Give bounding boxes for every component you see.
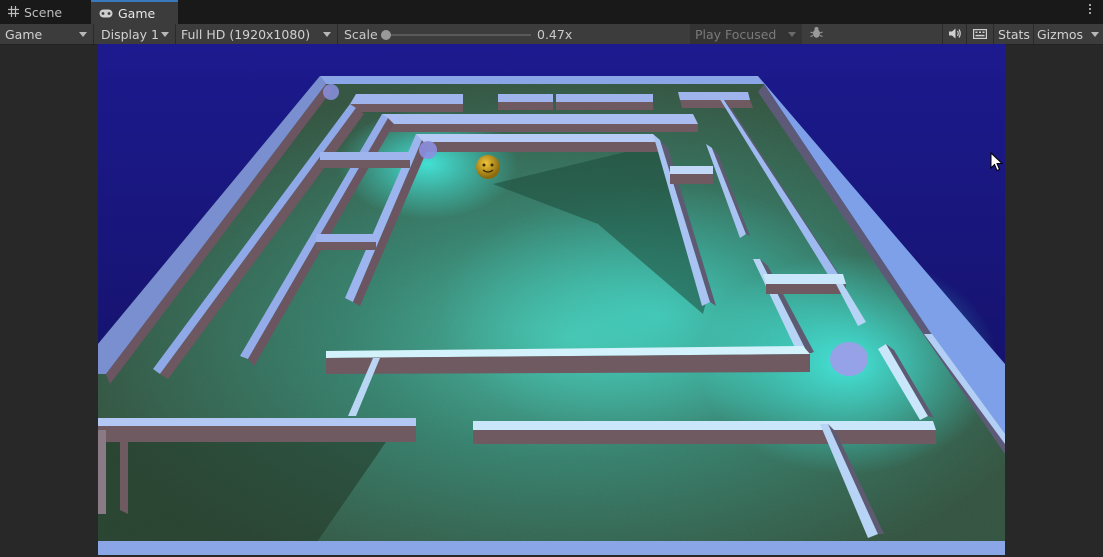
chevron-down-icon	[161, 32, 169, 37]
display-label: Display 1	[101, 26, 160, 42]
gamepad-icon	[99, 6, 113, 21]
bug-icon	[809, 26, 823, 42]
play-mode-label: Play Focused	[695, 26, 777, 42]
tab-scene-label: Scene	[24, 4, 63, 20]
gizmos-dropdown[interactable]: Gizmos	[1033, 24, 1103, 44]
view-type-dropdown[interactable]: Game	[0, 24, 94, 44]
mute-audio-button[interactable]	[942, 24, 967, 44]
tab-game-label: Game	[118, 5, 156, 21]
scale-label: Scale	[344, 27, 378, 42]
ball	[476, 155, 500, 179]
keyboard-shortcuts-button[interactable]	[966, 24, 993, 44]
scale-slider[interactable]	[381, 30, 531, 40]
goal-hole	[830, 342, 868, 376]
hole-marker	[323, 84, 339, 100]
tab-game[interactable]: Game	[91, 0, 178, 24]
chevron-down-icon	[1091, 32, 1099, 37]
scale-slider-thumb[interactable]	[381, 30, 391, 40]
resolution-dropdown[interactable]: Full HD (1920x1080)	[176, 24, 338, 44]
speaker-icon	[948, 27, 962, 42]
game-viewport[interactable]	[98, 44, 1005, 555]
stats-button[interactable]: Stats	[993, 24, 1034, 44]
scale-value: 0.47x	[537, 27, 573, 42]
play-mode-dropdown[interactable]: Play Focused	[690, 24, 802, 44]
bug-button[interactable]	[804, 24, 828, 44]
game-toolbar: Game Display 1 Full HD (1920x1080) Scale…	[0, 24, 1103, 45]
maze-render	[98, 44, 1005, 555]
display-dropdown[interactable]: Display 1	[96, 24, 176, 44]
more-options-icon[interactable]	[1089, 4, 1093, 14]
mouse-cursor-icon	[990, 151, 1004, 175]
keyboard-icon	[973, 27, 988, 42]
hole-marker	[419, 141, 437, 159]
chevron-down-icon	[788, 32, 796, 37]
grid-icon	[8, 5, 19, 20]
gizmos-label: Gizmos	[1037, 26, 1084, 42]
chevron-down-icon	[79, 32, 87, 37]
view-type-label: Game	[5, 26, 43, 42]
tab-bar: Scene Game	[0, 0, 1103, 24]
chevron-down-icon	[323, 32, 331, 37]
stats-label: Stats	[998, 26, 1030, 42]
tab-scene[interactable]: Scene	[8, 0, 88, 24]
resolution-label: Full HD (1920x1080)	[181, 26, 311, 42]
